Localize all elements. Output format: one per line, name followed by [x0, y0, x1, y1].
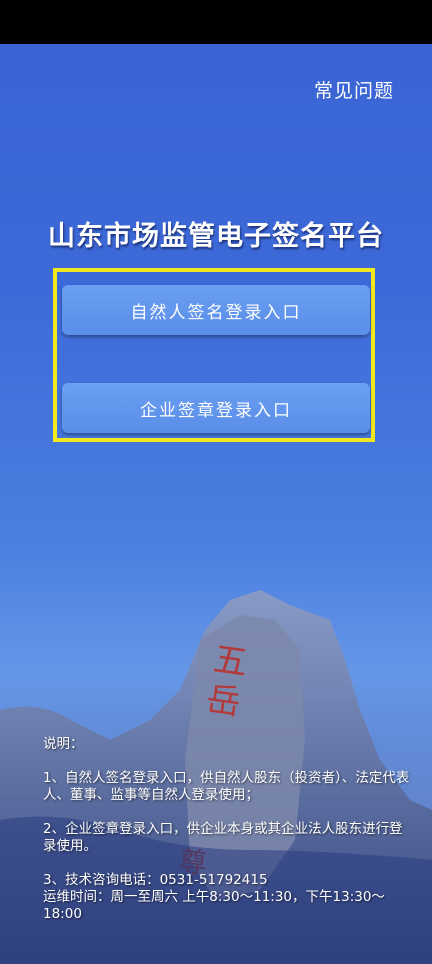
enterprise-login-button[interactable]: 企业签章登录入口 — [62, 383, 370, 433]
notes-item-2: 2、企业签章登录入口，供企业本身或其企业法人股东进行登录使用。 — [43, 821, 403, 854]
status-bar — [0, 0, 432, 44]
notes-heading: 说明： — [43, 736, 84, 752]
notes-item-1: 1、自然人签名登录入口，供自然人股东（投资者）、法定代表人、董事、监事等自然人登… — [43, 770, 410, 803]
faq-link[interactable]: 常见问题 — [314, 76, 394, 103]
natural-person-login-button[interactable]: 自然人签名登录入口 — [62, 285, 370, 335]
svg-text:五: 五 — [211, 639, 250, 683]
page-title: 山东市场监管电子签名平台 — [48, 221, 384, 252]
notes-item-3-hours: 运维时间：周一至周六 上午8:30～11:30，下午13:30～18:00 — [43, 889, 385, 922]
svg-text:岳: 岳 — [204, 679, 243, 723]
notes-item-3-phone: 3、技术咨询电话：0531-51792415 — [43, 872, 268, 888]
notes-section: 说明： 1、自然人签名登录入口，供自然人股东（投资者）、法定代表人、董事、监事等… — [43, 736, 415, 923]
